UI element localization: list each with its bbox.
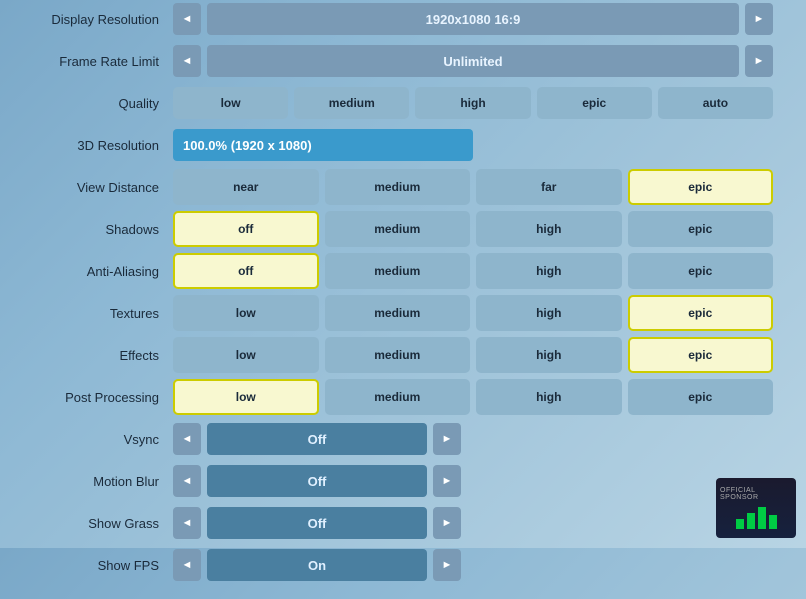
sponsor-badge: OFFICIAL SPONSOR <box>716 478 796 538</box>
shadows-epic[interactable]: epic <box>628 211 774 247</box>
view-distance-content: near medium far epic <box>173 169 773 205</box>
bar-3 <box>758 507 766 529</box>
display-resolution-row: Display Resolution ◄ 1920x1080 16:9 ► <box>33 1 773 37</box>
anti-aliasing-epic[interactable]: epic <box>628 253 774 289</box>
textures-medium[interactable]: medium <box>325 295 471 331</box>
resolution-3d-content: 100.0% (1920 x 1080) <box>173 129 773 161</box>
quality-label: Quality <box>33 96 173 111</box>
display-resolution-next[interactable]: ► <box>745 3 773 35</box>
quality-high[interactable]: high <box>415 87 530 119</box>
view-distance-row: View Distance near medium far epic <box>33 169 773 205</box>
vsync-value: Off <box>207 423 427 455</box>
show-grass-next[interactable]: ► <box>433 507 461 539</box>
anti-aliasing-off[interactable]: off <box>173 253 319 289</box>
bar-1 <box>736 519 744 529</box>
anti-aliasing-high[interactable]: high <box>476 253 622 289</box>
textures-label: Textures <box>33 306 173 321</box>
quality-medium[interactable]: medium <box>294 87 409 119</box>
textures-low[interactable]: low <box>173 295 319 331</box>
resolution-3d-value: 100.0% (1920 x 1080) <box>173 129 473 161</box>
resolution-3d-label: 3D Resolution <box>33 138 173 153</box>
frame-rate-value: Unlimited <box>207 45 739 77</box>
view-distance-near[interactable]: near <box>173 169 319 205</box>
show-fps-prev[interactable]: ◄ <box>173 549 201 581</box>
display-resolution-prev[interactable]: ◄ <box>173 3 201 35</box>
anti-aliasing-row: Anti-Aliasing off medium high epic <box>33 253 773 289</box>
frame-rate-prev[interactable]: ◄ <box>173 45 201 77</box>
frame-rate-next[interactable]: ► <box>745 45 773 77</box>
show-fps-value: On <box>207 549 427 581</box>
bar-2 <box>747 513 755 529</box>
motion-blur-value: Off <box>207 465 427 497</box>
display-resolution-label: Display Resolution <box>33 12 173 27</box>
show-fps-label: Show FPS <box>33 558 173 573</box>
view-distance-label: View Distance <box>33 180 173 195</box>
vsync-label: Vsync <box>33 432 173 447</box>
shadows-off[interactable]: off <box>173 211 319 247</box>
show-grass-prev[interactable]: ◄ <box>173 507 201 539</box>
textures-high[interactable]: high <box>476 295 622 331</box>
textures-epic[interactable]: epic <box>628 295 774 331</box>
shadows-medium[interactable]: medium <box>325 211 471 247</box>
effects-label: Effects <box>33 348 173 363</box>
show-grass-value: Off <box>207 507 427 539</box>
view-distance-far[interactable]: far <box>476 169 622 205</box>
effects-row: Effects low medium high epic <box>33 337 773 373</box>
quality-row: Quality low medium high epic auto <box>33 85 773 121</box>
quality-low[interactable]: low <box>173 87 288 119</box>
motion-blur-label: Motion Blur <box>33 474 173 489</box>
display-resolution-value: 1920x1080 16:9 <box>207 3 739 35</box>
vsync-content: ◄ Off ► <box>173 423 773 455</box>
motion-blur-prev[interactable]: ◄ <box>173 465 201 497</box>
motion-blur-content: ◄ Off ► <box>173 465 773 497</box>
textures-row: Textures low medium high epic <box>33 295 773 331</box>
anti-aliasing-content: off medium high epic <box>173 253 773 289</box>
effects-epic[interactable]: epic <box>628 337 774 373</box>
post-processing-high[interactable]: high <box>476 379 622 415</box>
show-grass-label: Show Grass <box>33 516 173 531</box>
shadows-high[interactable]: high <box>476 211 622 247</box>
view-distance-medium[interactable]: medium <box>325 169 471 205</box>
motion-blur-row: Motion Blur ◄ Off ► <box>33 463 773 499</box>
frame-rate-label: Frame Rate Limit <box>33 54 173 69</box>
textures-content: low medium high epic <box>173 295 773 331</box>
show-grass-row: Show Grass ◄ Off ► <box>33 505 773 541</box>
effects-medium[interactable]: medium <box>325 337 471 373</box>
show-fps-next[interactable]: ► <box>433 549 461 581</box>
post-processing-epic[interactable]: epic <box>628 379 774 415</box>
bar-4 <box>769 515 777 529</box>
post-processing-medium[interactable]: medium <box>325 379 471 415</box>
show-fps-content: ◄ On ► <box>173 549 773 581</box>
vsync-row: Vsync ◄ Off ► <box>33 421 773 457</box>
post-processing-content: low medium high epic <box>173 379 773 415</box>
vsync-next[interactable]: ► <box>433 423 461 455</box>
post-processing-low[interactable]: low <box>173 379 319 415</box>
anti-aliasing-label: Anti-Aliasing <box>33 264 173 279</box>
shadows-label: Shadows <box>33 222 173 237</box>
vsync-prev[interactable]: ◄ <box>173 423 201 455</box>
post-processing-row: Post Processing low medium high epic <box>33 379 773 415</box>
resolution-3d-row: 3D Resolution 100.0% (1920 x 1080) <box>33 127 773 163</box>
anti-aliasing-medium[interactable]: medium <box>325 253 471 289</box>
display-resolution-content: ◄ 1920x1080 16:9 ► <box>173 3 773 35</box>
shadows-content: off medium high epic <box>173 211 773 247</box>
sponsor-bars <box>736 504 777 529</box>
frame-rate-content: ◄ Unlimited ► <box>173 45 773 77</box>
quality-content: low medium high epic auto <box>173 87 773 119</box>
show-fps-row: Show FPS ◄ On ► <box>33 547 773 583</box>
sponsor-text: OFFICIAL SPONSOR <box>720 487 792 501</box>
frame-rate-row: Frame Rate Limit ◄ Unlimited ► <box>33 43 773 79</box>
post-processing-label: Post Processing <box>33 390 173 405</box>
quality-auto[interactable]: auto <box>658 87 773 119</box>
quality-epic[interactable]: epic <box>537 87 652 119</box>
effects-high[interactable]: high <box>476 337 622 373</box>
settings-panel: Window Mode ◄ Fullscreen ► Display Resol… <box>13 0 793 599</box>
effects-content: low medium high epic <box>173 337 773 373</box>
shadows-row: Shadows off medium high epic <box>33 211 773 247</box>
effects-low[interactable]: low <box>173 337 319 373</box>
motion-blur-next[interactable]: ► <box>433 465 461 497</box>
show-grass-content: ◄ Off ► <box>173 507 773 539</box>
view-distance-epic[interactable]: epic <box>628 169 774 205</box>
